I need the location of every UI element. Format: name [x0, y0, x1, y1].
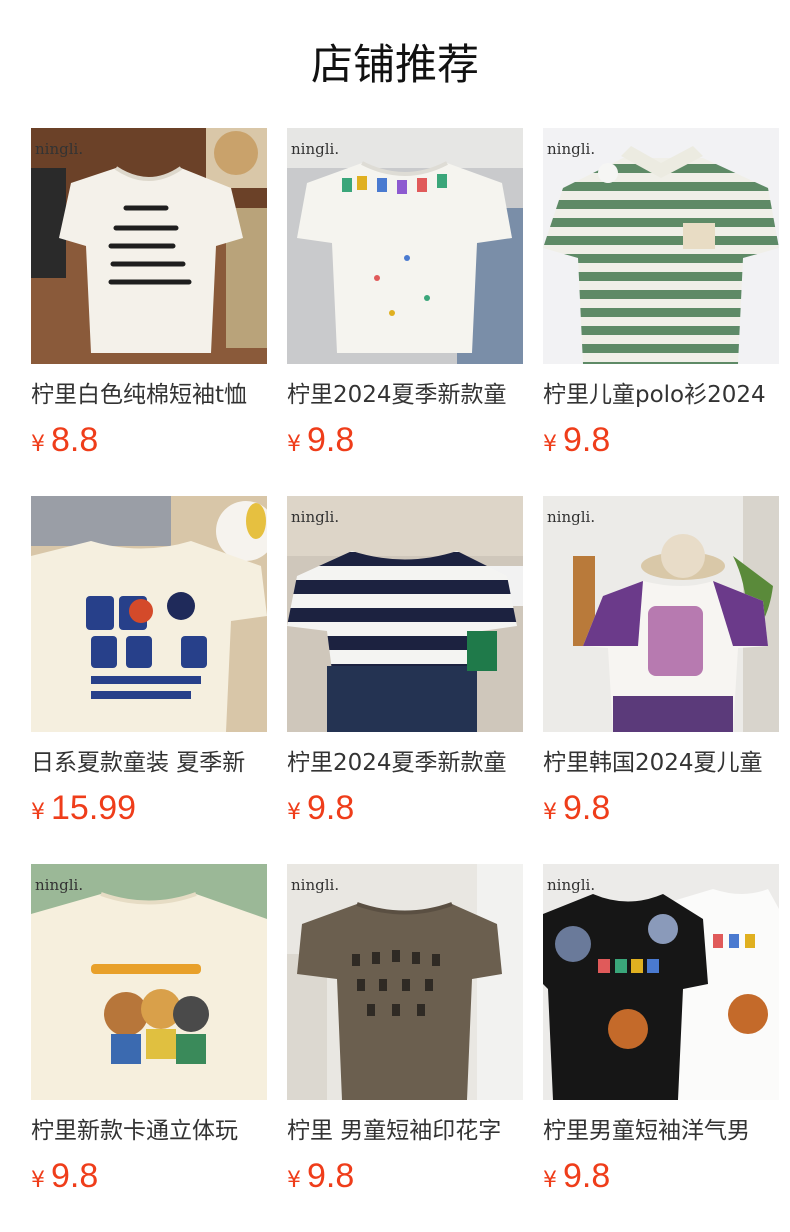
currency-symbol: ¥ — [543, 1168, 557, 1193]
price-value: 9.8 — [563, 789, 611, 827]
product-price: ¥9.8 — [31, 1156, 267, 1196]
product-grid: ningli. 柠里白色纯棉短袖t恤 ¥8.8 ningli. 柠里2024夏季… — [31, 128, 779, 1195]
product-name[interactable]: 柠里新款卡通立体玩 — [31, 1114, 267, 1148]
currency-symbol: ¥ — [287, 800, 301, 825]
brand-watermark: ningli. — [291, 508, 340, 526]
product-image-art — [543, 864, 779, 1100]
product-image[interactable]: ningli. — [287, 128, 523, 364]
product-card[interactable]: ningli. 柠里 男童短袖印花字 ¥9.8 — [287, 864, 523, 1195]
product-image[interactable] — [31, 496, 267, 732]
product-price: ¥8.8 — [31, 420, 267, 460]
product-image-art — [31, 128, 267, 364]
product-image[interactable]: ningli. — [31, 128, 267, 364]
product-card[interactable]: ningli. 柠里白色纯棉短袖t恤 ¥8.8 — [31, 128, 267, 459]
product-name[interactable]: 柠里儿童polo衫2024 — [543, 378, 779, 412]
product-card[interactable]: ningli. 柠里男童短袖洋气男 ¥9.8 — [543, 864, 779, 1195]
product-name[interactable]: 柠里2024夏季新款童 — [287, 746, 523, 780]
brand-watermark: ningli. — [547, 140, 596, 158]
product-card[interactable]: ningli. 柠里韩国2024夏儿童 ¥9.8 — [543, 496, 779, 827]
product-image-art — [31, 864, 267, 1100]
product-name[interactable]: 柠里男童短袖洋气男 — [543, 1114, 779, 1148]
product-name[interactable]: 柠里白色纯棉短袖t恤 — [31, 378, 267, 412]
currency-symbol: ¥ — [543, 800, 557, 825]
product-image-art — [31, 496, 267, 732]
product-card[interactable]: ningli. 柠里儿童polo衫2024 ¥9.8 — [543, 128, 779, 459]
product-image[interactable]: ningli. — [543, 864, 779, 1100]
product-image[interactable]: ningli. — [31, 864, 267, 1100]
product-card[interactable]: ningli. 柠里2024夏季新款童 ¥9.8 — [287, 496, 523, 827]
product-name[interactable]: 柠里2024夏季新款童 — [287, 378, 523, 412]
product-price: ¥9.8 — [543, 788, 779, 828]
product-image[interactable]: ningli. — [287, 496, 523, 732]
product-price: ¥9.8 — [543, 420, 779, 460]
currency-symbol: ¥ — [543, 432, 557, 457]
product-price: ¥9.8 — [287, 1156, 523, 1196]
product-image-art — [287, 864, 523, 1100]
product-name[interactable]: 柠里韩国2024夏儿童 — [543, 746, 779, 780]
price-value: 8.8 — [51, 421, 99, 459]
product-price: ¥9.8 — [287, 788, 523, 828]
product-image-art — [287, 128, 523, 364]
brand-watermark: ningli. — [547, 876, 596, 894]
page-title: 店铺推荐 — [310, 40, 479, 89]
brand-watermark: ningli. — [291, 140, 340, 158]
product-card[interactable]: 日系夏款童装 夏季新 ¥15.99 — [31, 496, 267, 827]
price-value: 9.8 — [563, 421, 611, 459]
product-image-art — [543, 128, 779, 364]
product-card[interactable]: ningli. 柠里2024夏季新款童 ¥9.8 — [287, 128, 523, 459]
price-value: 9.8 — [307, 1157, 355, 1195]
price-value: 9.8 — [563, 1157, 611, 1195]
product-image[interactable]: ningli. — [543, 496, 779, 732]
price-value: 9.8 — [307, 421, 355, 459]
price-value: 15.99 — [51, 789, 137, 827]
price-value: 9.8 — [307, 789, 355, 827]
product-name[interactable]: 柠里 男童短袖印花字 — [287, 1114, 523, 1148]
currency-symbol: ¥ — [287, 1168, 301, 1193]
brand-watermark: ningli. — [547, 508, 596, 526]
product-name[interactable]: 日系夏款童装 夏季新 — [31, 746, 267, 780]
currency-symbol: ¥ — [31, 800, 45, 825]
currency-symbol: ¥ — [31, 1168, 45, 1193]
price-value: 9.8 — [51, 1157, 99, 1195]
product-image-art — [287, 496, 523, 732]
product-card[interactable]: ningli. 柠里新款卡通立体玩 ¥9.8 — [31, 864, 267, 1195]
product-image[interactable]: ningli. — [287, 864, 523, 1100]
brand-watermark: ningli. — [291, 876, 340, 894]
currency-symbol: ¥ — [287, 432, 301, 457]
product-price: ¥9.8 — [543, 1156, 779, 1196]
product-image[interactable]: ningli. — [543, 128, 779, 364]
product-image-art — [543, 496, 779, 732]
brand-watermark: ningli. — [35, 876, 84, 894]
currency-symbol: ¥ — [31, 432, 45, 457]
brand-watermark: ningli. — [35, 140, 84, 158]
product-price: ¥9.8 — [287, 420, 523, 460]
product-price: ¥15.99 — [31, 788, 267, 828]
